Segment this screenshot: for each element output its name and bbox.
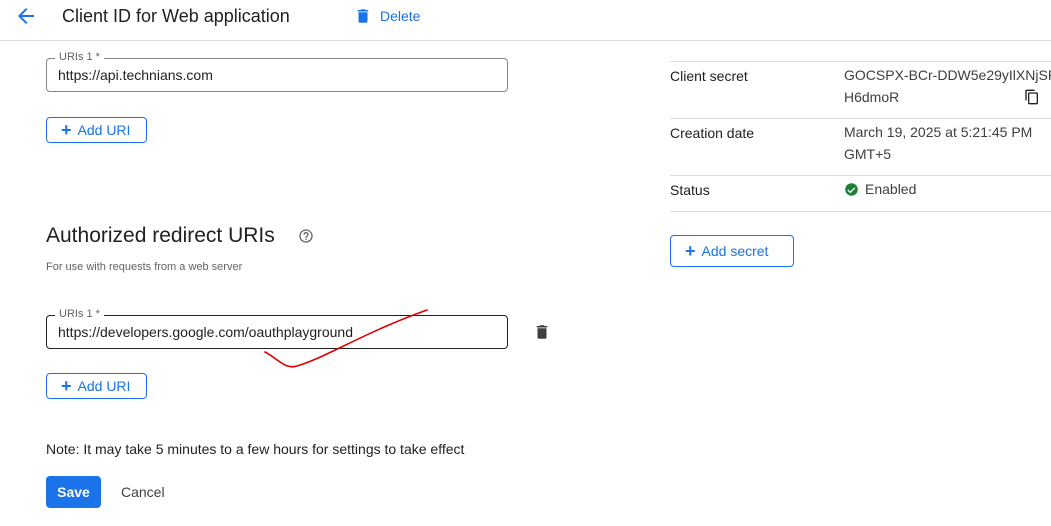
add-origin-uri-button[interactable]: + Add URI (46, 117, 147, 143)
page-title: Client ID for Web application (62, 6, 290, 26)
status-label: Status (670, 182, 710, 198)
plus-icon: + (685, 241, 696, 261)
save-button[interactable]: Save (46, 476, 101, 508)
plus-icon: + (61, 376, 72, 396)
back-arrow-icon[interactable] (14, 4, 38, 28)
origin-uri-input[interactable] (58, 67, 498, 83)
client-secret-row: Client secret GOCSPX-BCr-DDW5e29yIlXNjSR… (670, 61, 1051, 119)
copy-icon[interactable] (1024, 89, 1040, 105)
plus-icon: + (61, 120, 72, 140)
creation-date-value-line2: GMT+5 (844, 146, 892, 162)
redirect-section-subtitle: For use with requests from a web server (46, 261, 243, 273)
redirect-section-title: Authorized redirect URIs (46, 224, 275, 247)
creation-date-label: Creation date (670, 125, 755, 141)
help-icon[interactable] (298, 228, 314, 244)
status-value: Enabled (844, 178, 916, 200)
origin-uri-field[interactable]: URIs 1 * (46, 51, 508, 92)
client-secret-label: Client secret (670, 68, 748, 84)
client-secret-value-line2: H6dmoR (844, 89, 900, 105)
add-origin-uri-label: Add URI (77, 122, 131, 138)
add-secret-button[interactable]: + Add secret (670, 235, 794, 267)
status-row: Status Enabled (670, 175, 1051, 212)
add-secret-label: Add secret (701, 243, 769, 259)
add-redirect-uri-label: Add URI (77, 378, 131, 394)
client-secret-value-line1: GOCSPX-BCr-DDW5e29yIlXNjSRq (844, 67, 1051, 83)
delete-button[interactable]: Delete (354, 4, 420, 28)
creation-date-row: Creation date March 19, 2025 at 5:21:45 … (670, 118, 1051, 176)
settings-note: Note: It may take 5 minutes to a few hou… (46, 441, 465, 457)
add-redirect-uri-button[interactable]: + Add URI (46, 373, 147, 399)
check-circle-icon (845, 182, 858, 196)
creation-date-value-line1: March 19, 2025 at 5:21:45 PM (844, 124, 1033, 140)
status-text: Enabled (865, 181, 917, 197)
red-annotation-mark (264, 309, 428, 368)
redirect-uri-label: URIs 1 * (55, 308, 104, 320)
remove-uri-trash-icon[interactable] (533, 323, 551, 341)
trash-icon (357, 9, 369, 23)
origin-uri-label: URIs 1 * (55, 51, 104, 63)
delete-label: Delete (380, 8, 421, 24)
cancel-button[interactable]: Cancel (121, 484, 165, 500)
